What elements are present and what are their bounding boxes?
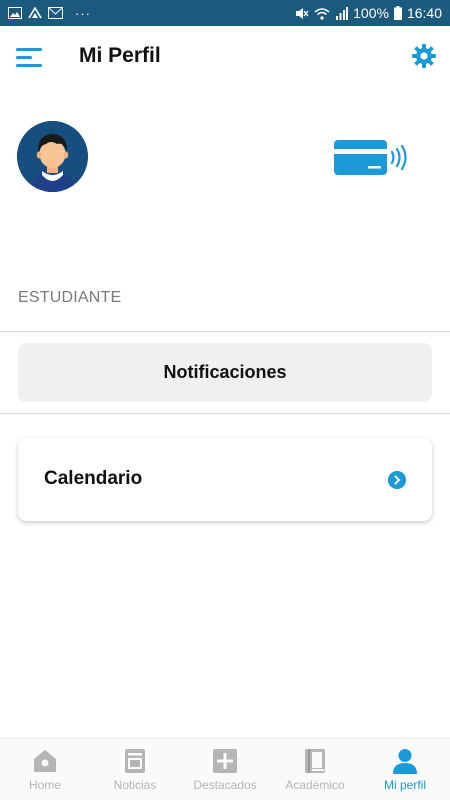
nav-label-mi-perfil: Mi perfil: [383, 778, 426, 792]
signal-icon: [336, 6, 349, 20]
clock: 16:40: [406, 5, 442, 21]
calendar-card[interactable]: Calendario: [18, 438, 432, 521]
user-role: ESTUDIANTE: [18, 289, 122, 306]
person-icon: [393, 749, 417, 774]
nav-item-mi-perfil[interactable]: Mi perfil: [360, 739, 450, 800]
chevron-right-icon: [388, 471, 406, 489]
wifi-icon: [314, 7, 330, 20]
nav-item-noticias[interactable]: Noticias: [90, 739, 180, 800]
page-title: Mi Perfil: [79, 44, 161, 67]
nav-item-academico[interactable]: Académico: [270, 739, 360, 800]
battery-icon: [393, 6, 402, 20]
user-avatar-icon: [17, 121, 88, 192]
nav-label-home: Home: [28, 778, 61, 792]
notifications-label: Notificaciones: [163, 362, 287, 382]
avatar[interactable]: [17, 121, 88, 192]
status-bar: ··· 100% 16:40: [0, 0, 450, 26]
nav-item-home[interactable]: Home: [0, 739, 90, 800]
notifications-button[interactable]: Notificaciones: [18, 343, 432, 402]
cast-icon: [28, 7, 42, 19]
app-bar: Mi Perfil: [0, 26, 450, 88]
more-notifications: ···: [75, 5, 91, 21]
image-icon: [8, 7, 22, 19]
divider: [0, 331, 450, 332]
bottom-nav: Home Noticias Destacados Académico Mi pe…: [0, 738, 450, 800]
gear-icon[interactable]: [411, 43, 437, 69]
home-icon: [34, 750, 56, 772]
nav-item-destacados[interactable]: Destacados: [180, 739, 270, 800]
mail-icon: [48, 7, 63, 19]
nav-label-destacados: Destacados: [193, 778, 257, 792]
menu-icon[interactable]: [16, 46, 44, 68]
battery-percent: 100%: [353, 5, 389, 21]
calendar-label: Calendario: [44, 468, 143, 489]
nav-label-noticias: Noticias: [113, 778, 157, 792]
book-icon: [305, 749, 325, 773]
nav-label-academico: Académico: [285, 778, 345, 792]
nfc-card-icon[interactable]: [332, 138, 412, 178]
mute-icon: [296, 7, 309, 19]
plus-icon: [213, 749, 237, 773]
news-icon: [125, 749, 145, 773]
divider: [0, 413, 450, 414]
